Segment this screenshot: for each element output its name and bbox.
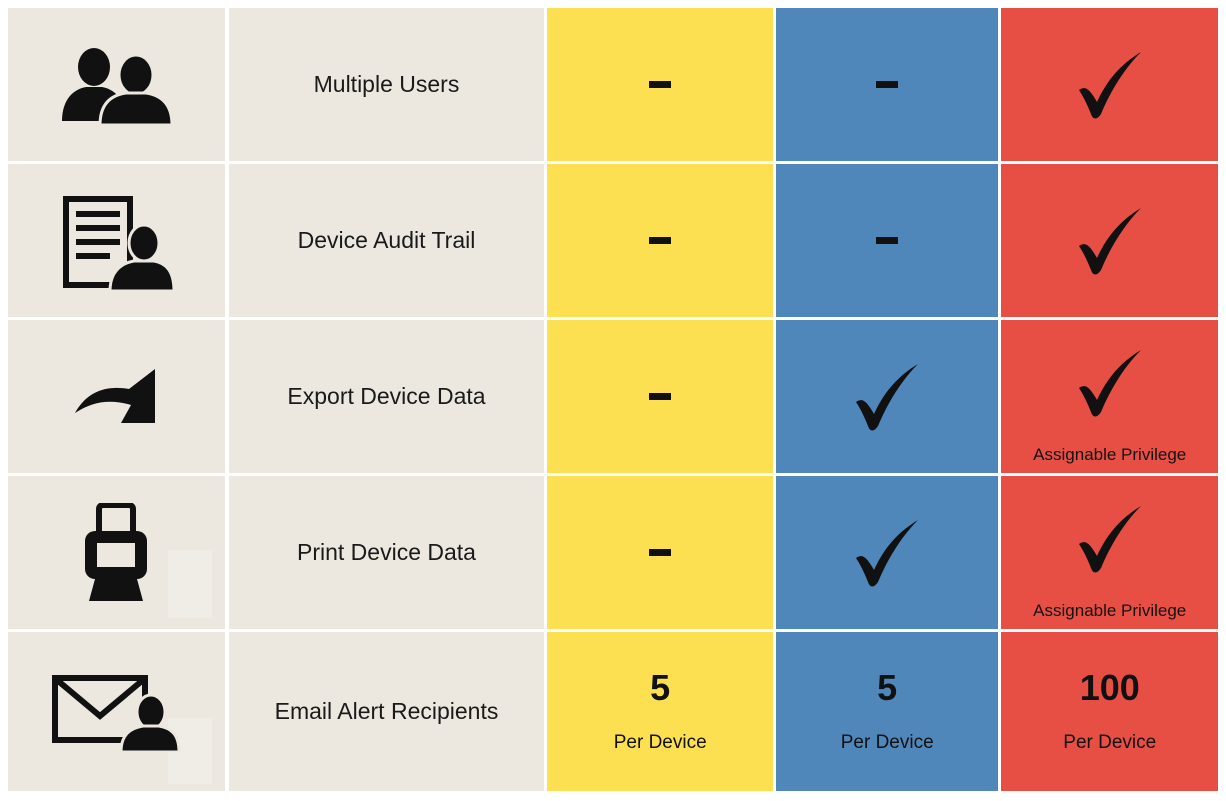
feature-comparison-table: Multiple Users Device Audit Trail Export… [0, 0, 1226, 801]
recipient-count: 100 [1079, 666, 1140, 708]
export-icon [71, 367, 161, 427]
users-icon [56, 45, 176, 125]
feature-cell: Device Audit Trail [228, 164, 545, 317]
recipient-unit: Per Device [1063, 731, 1157, 753]
checkmark-icon [856, 519, 919, 586]
email-recipient-icon [51, 672, 181, 752]
checkmark-icon [856, 363, 919, 430]
table-row-device-audit-trail: Device Audit Trail [8, 164, 1218, 317]
blue-tier-cell [775, 320, 999, 473]
recipient-unit: Per Device [613, 731, 707, 753]
privilege-note: Assignable Privilege [1033, 445, 1187, 464]
feature-label: Print Device Data [297, 539, 476, 565]
background-patch [168, 550, 212, 618]
dash-icon [649, 81, 672, 88]
feature-label: Email Alert Recipients [274, 698, 499, 724]
red-tier-cell [1001, 164, 1218, 317]
icon-cell [8, 632, 225, 791]
icon-cell [8, 320, 225, 473]
feature-cell: Export Device Data [228, 320, 545, 473]
feature-cell: Print Device Data [228, 476, 545, 629]
table-row-multiple-users: Multiple Users [8, 8, 1218, 161]
dash-icon [876, 237, 899, 244]
red-tier-cell: 100 Per Device [1001, 632, 1218, 791]
red-tier-cell: Assignable Privilege [1001, 476, 1218, 629]
checkmark-icon [1078, 207, 1141, 274]
yellow-tier-cell [547, 8, 773, 161]
privilege-note: Assignable Privilege [1033, 601, 1187, 620]
icon-cell [8, 8, 225, 161]
feature-label: Export Device Data [287, 383, 486, 409]
red-tier-cell: Assignable Privilege [1001, 320, 1218, 473]
yellow-tier-cell [547, 476, 773, 629]
feature-label: Multiple Users [313, 71, 460, 97]
recipient-unit: Per Device [840, 731, 934, 753]
yellow-tier-cell [547, 320, 773, 473]
recipient-count: 5 [877, 666, 898, 708]
red-tier-cell [1001, 8, 1218, 161]
checkmark-icon [1078, 505, 1141, 572]
printer-icon [81, 502, 151, 603]
yellow-tier-cell: 5 Per Device [547, 632, 773, 791]
dash-icon [649, 549, 672, 556]
audit-trail-icon [56, 191, 176, 291]
icon-cell [8, 164, 225, 317]
recipient-count: 5 [650, 666, 671, 708]
dash-icon [649, 237, 672, 244]
blue-tier-cell [775, 164, 999, 317]
yellow-tier-cell [547, 164, 773, 317]
dash-icon [649, 393, 672, 400]
icon-cell [8, 476, 225, 629]
blue-tier-cell [775, 8, 999, 161]
checkmark-icon [1078, 349, 1141, 416]
dash-icon [876, 81, 899, 88]
feature-cell: Multiple Users [228, 8, 545, 161]
feature-cell: Email Alert Recipients [228, 632, 545, 791]
blue-tier-cell: 5 Per Device [775, 632, 999, 791]
feature-label: Device Audit Trail [297, 227, 476, 253]
blue-tier-cell [775, 476, 999, 629]
table-row-print-device-data: Print Device Data Assignable Privilege [8, 476, 1218, 629]
table-row-export-device-data: Export Device Data Assignable Privilege [8, 320, 1218, 473]
checkmark-icon [1078, 51, 1141, 118]
table-row-email-alert-recipients: Email Alert Recipients 5 Per Device 5 Pe… [8, 632, 1218, 791]
